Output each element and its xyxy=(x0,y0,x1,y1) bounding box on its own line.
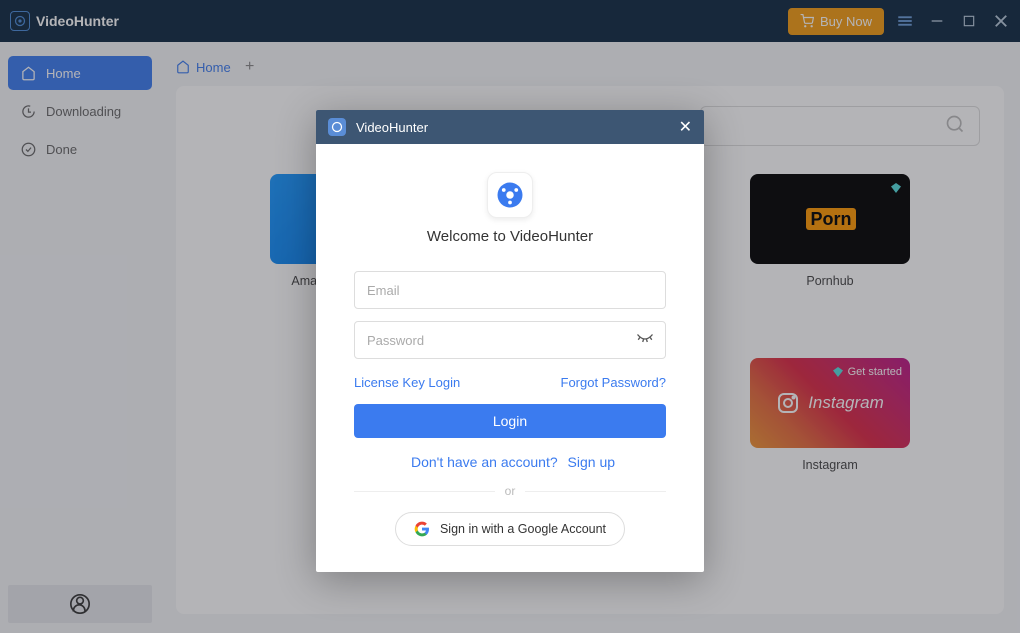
modal-close-button[interactable]: ✕ xyxy=(679,117,692,137)
or-divider: or xyxy=(354,484,666,498)
modal-overlay: VideoHunter ✕ Welcome to VideoHunter Lic… xyxy=(0,0,1020,633)
signup-row: Don't have an account? Sign up xyxy=(354,454,666,470)
password-input[interactable] xyxy=(354,321,666,359)
modal-logo-icon xyxy=(328,118,346,136)
eye-closed-icon[interactable] xyxy=(636,332,654,351)
login-modal: VideoHunter ✕ Welcome to VideoHunter Lic… xyxy=(316,110,704,572)
email-input[interactable] xyxy=(354,271,666,309)
google-icon xyxy=(414,521,430,537)
welcome-text: Welcome to VideoHunter xyxy=(354,228,666,245)
login-button[interactable]: Login xyxy=(354,404,666,438)
forgot-password-link[interactable]: Forgot Password? xyxy=(561,375,667,390)
modal-logo-large xyxy=(487,172,533,218)
signup-link[interactable]: Sign up xyxy=(568,454,615,470)
license-key-link[interactable]: License Key Login xyxy=(354,375,460,390)
google-signin-button[interactable]: Sign in with a Google Account xyxy=(395,512,625,546)
modal-title: VideoHunter xyxy=(356,120,428,135)
modal-header: VideoHunter ✕ xyxy=(316,110,704,144)
